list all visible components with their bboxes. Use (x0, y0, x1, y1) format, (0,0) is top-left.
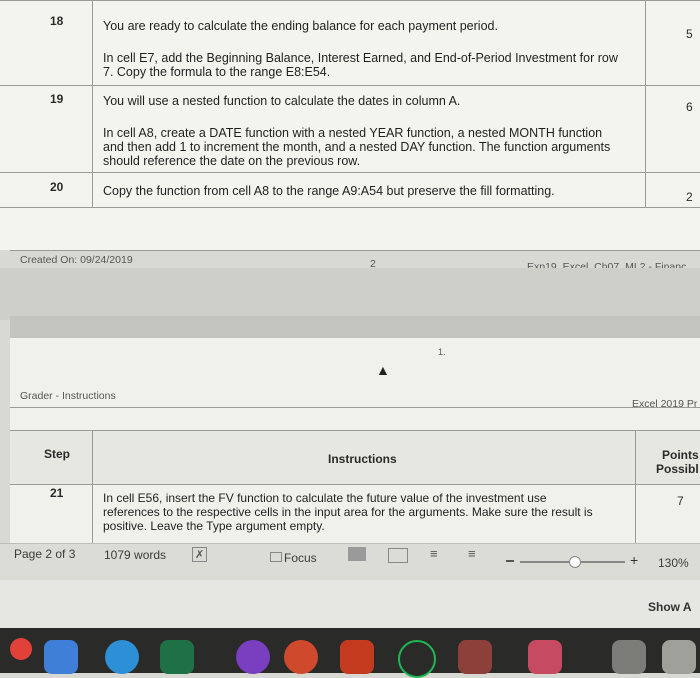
instruction-line: references to the respective cells in th… (103, 505, 593, 519)
background-window (0, 580, 700, 628)
draft-view-icon[interactable]: ≡ (468, 546, 476, 561)
step-number: 19 (50, 92, 64, 106)
table2-row-divider (10, 484, 700, 485)
column-header-points: Points (662, 448, 699, 462)
points-value: 6 (686, 100, 693, 114)
app-icon[interactable] (458, 640, 492, 674)
table-border-bottom (0, 207, 700, 208)
instruction-intro: You are ready to calculate the ending ba… (103, 19, 498, 33)
instruction-line: and then add 1 to increment the month, a… (103, 140, 611, 154)
instruction-line: In cell E7, add the Beginning Balance, I… (103, 51, 618, 65)
points-value: 5 (686, 27, 693, 41)
step-number: 18 (50, 14, 64, 28)
app-icon[interactable] (662, 640, 696, 674)
app-icon[interactable] (340, 640, 374, 674)
excel-icon[interactable] (160, 640, 194, 674)
web-layout-icon[interactable] (388, 548, 408, 563)
instruction-line: 7. Copy the formula to the range E8:E54. (103, 65, 331, 79)
word-count[interactable]: 1079 words (104, 548, 166, 562)
table2-col-divider-2 (635, 430, 636, 543)
focus-button[interactable]: Focus (284, 551, 317, 565)
document-page-top (0, 0, 700, 250)
table2-border-top (10, 430, 700, 431)
outline-view-icon[interactable]: ≡ (430, 546, 438, 561)
instruction-line: In cell E56, insert the FV function to c… (103, 491, 547, 505)
browser-icon[interactable] (105, 640, 139, 674)
zoom-slider-thumb[interactable] (569, 556, 581, 568)
step-number: 20 (50, 180, 64, 194)
table-row-divider-2 (0, 172, 700, 173)
app-icon[interactable] (612, 640, 646, 674)
header-left: Grader - Instructions (20, 390, 116, 402)
stray-mark: 1. (438, 347, 446, 357)
app-icon[interactable] (236, 640, 270, 674)
app-icon[interactable] (528, 640, 562, 674)
points-value: 2 (686, 190, 693, 204)
page-gap (0, 268, 700, 320)
spotify-icon[interactable] (398, 640, 436, 678)
instruction-line: In cell A8, create a DATE function with … (103, 126, 603, 140)
column-header-instructions: Instructions (328, 452, 397, 466)
zoom-in-icon[interactable]: + (630, 552, 638, 568)
show-all-button[interactable]: Show A (648, 600, 692, 614)
table-row-divider-1 (0, 85, 700, 86)
powerpoint-icon[interactable] (284, 640, 318, 674)
focus-icon (270, 552, 282, 562)
zoom-out-icon[interactable] (506, 560, 514, 562)
column-header-step: Step (44, 447, 71, 461)
instruction-line: should reference the date on the previou… (103, 154, 361, 168)
mouse-cursor-icon: ▲ (376, 362, 390, 378)
page-gap-shadow (10, 316, 700, 338)
table2-col-divider-1 (92, 430, 93, 543)
column-header-points-2: Possibl (656, 462, 699, 476)
header-rule (10, 407, 700, 408)
page-indicator[interactable]: Page 2 of 3 (14, 547, 75, 561)
footer-rule (10, 250, 700, 251)
header-right: Excel 2019 Pr (632, 398, 698, 410)
step-number: 21 (50, 486, 64, 500)
instruction-intro: Copy the function from cell A8 to the ra… (103, 184, 555, 198)
table-border-top (0, 0, 700, 1)
created-date: Created On: 09/24/2019 (20, 254, 133, 266)
instruction-line: positive. Leave the Type argument empty. (103, 519, 325, 533)
instruction-intro: You will use a nested function to calcul… (103, 94, 461, 108)
table-col-divider-2 (645, 0, 646, 208)
table-col-divider-1 (92, 0, 93, 208)
app-icon[interactable] (44, 640, 78, 674)
points-value: 7 (677, 494, 684, 508)
zoom-level[interactable]: 130% (658, 556, 689, 570)
badge-icon (10, 638, 32, 660)
proofing-icon[interactable]: ✗ (192, 547, 208, 562)
print-layout-icon[interactable] (348, 547, 366, 561)
